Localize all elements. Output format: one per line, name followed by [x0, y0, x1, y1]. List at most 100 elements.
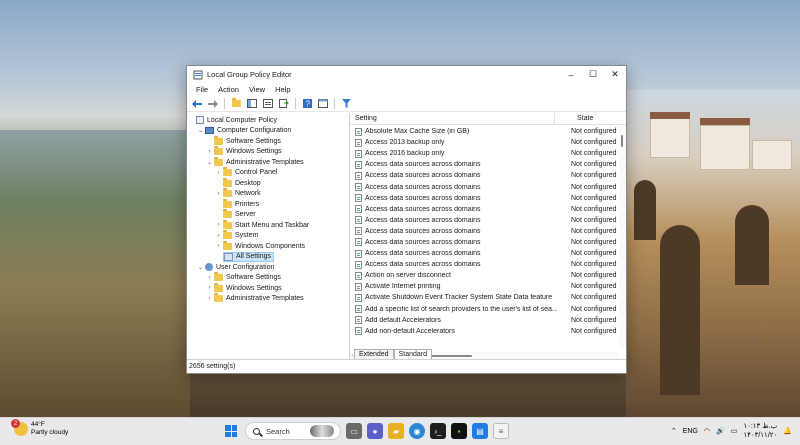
terminal-icon[interactable]: ›_ [430, 423, 446, 439]
tree-item-user-windows-settings[interactable]: › Windows Settings [187, 282, 349, 294]
tree-item-start-menu-and-taskbar[interactable]: › Start Menu and Taskbar [187, 219, 349, 231]
chevron-down-icon[interactable]: ⌄ [196, 127, 205, 134]
scrollbar-thumb[interactable] [621, 135, 623, 147]
tree-item-user-configuration[interactable]: ⌄ User Configuration [187, 262, 349, 273]
start-button[interactable] [222, 422, 240, 440]
chrome-icon[interactable]: ◉ [409, 423, 425, 439]
tree-item-desktop[interactable]: Desktop [187, 177, 349, 189]
chevron-right-icon[interactable]: › [205, 149, 214, 155]
setting-name: Add non-default Accelerators [365, 327, 455, 335]
tree-item-control-panel[interactable]: › Control Panel [187, 167, 349, 179]
minimize-button[interactable]: – [560, 66, 582, 83]
chevron-down-icon[interactable]: ⌄ [205, 159, 214, 166]
chevron-right-icon[interactable]: › [205, 285, 214, 291]
panes: Local Computer Policy ⌄ Computer Configu… [187, 113, 626, 359]
chevron-right-icon[interactable]: › [214, 191, 223, 197]
view-icon[interactable] [316, 97, 330, 110]
policy-setting-icon [355, 293, 362, 302]
tree-item-user-administrative-templates[interactable]: › Administrative Templates [187, 293, 349, 305]
tree-item-windows-components[interactable]: › Windows Components [187, 240, 349, 252]
chevron-right-icon[interactable]: › [214, 243, 223, 249]
tree-item-local-computer-policy[interactable]: Local Computer Policy [187, 115, 349, 126]
tab-standard[interactable]: Standard [393, 349, 433, 359]
table-row[interactable]: Access data sources across domains Not co… [350, 204, 626, 215]
table-row[interactable]: Add default Accelerators Not configured [350, 315, 626, 326]
chevron-right-icon[interactable]: › [205, 275, 214, 281]
table-row[interactable]: Access data sources across domains Not co… [350, 215, 626, 226]
calculator-icon[interactable]: ▤ [472, 423, 488, 439]
wifi-icon[interactable]: ◠ [704, 427, 710, 435]
title-bar[interactable]: Local Group Policy Editor – ☐ ✕ [187, 66, 626, 83]
menu-file[interactable]: File [191, 85, 213, 94]
chevron-right-icon[interactable]: › [214, 233, 223, 239]
forward-arrow-icon[interactable] [206, 97, 220, 110]
properties-icon[interactable] [261, 97, 275, 110]
battery-icon[interactable]: ▭ [731, 427, 738, 435]
tree-item-windows-settings[interactable]: › Windows Settings [187, 146, 349, 158]
table-row[interactable]: Access data sources across domains Not co… [350, 159, 626, 170]
clock[interactable]: ۱۰:۱۳ ب.ظ ۱۴۰۳/۱۱/۲۰ [743, 422, 777, 440]
language-indicator[interactable]: ENG [683, 428, 698, 435]
search-placeholder: Search [266, 426, 290, 436]
export-list-icon[interactable] [277, 97, 291, 110]
filter-icon[interactable] [339, 97, 353, 110]
volume-icon[interactable]: 🔊 [716, 427, 725, 435]
task-view-icon[interactable]: ▭ [346, 423, 362, 439]
maximize-button[interactable]: ☐ [582, 66, 604, 83]
tree-selected-highlight: All Settings [223, 251, 275, 262]
notification-bell-icon[interactable]: 🔔 [783, 427, 792, 435]
chevron-right-icon[interactable]: › [205, 296, 214, 302]
table-row[interactable]: Access data sources across domains Not co… [350, 237, 626, 248]
folder-icon [223, 198, 232, 208]
wallpaper-arch [634, 180, 656, 240]
menu-help[interactable]: Help [270, 85, 295, 94]
table-row[interactable]: Activate Shutdown Event Tracker System S… [350, 292, 626, 303]
table-row[interactable]: Add non-default Accelerators Not configur… [350, 326, 626, 337]
pycharm-icon[interactable]: ▪ [451, 423, 467, 439]
file-explorer-icon[interactable]: ▰ [388, 423, 404, 439]
table-row[interactable]: Activate Internet printing Not configured [350, 281, 626, 292]
vertical-scrollbar[interactable] [619, 125, 626, 347]
table-row[interactable]: Access data sources across domains Not co… [350, 181, 626, 192]
tree-item-all-settings[interactable]: All Settings [187, 251, 349, 263]
setting-state: Not configured [571, 183, 617, 191]
table-row[interactable]: Absolute Max Cache Size (in GB) Not confi… [350, 126, 626, 137]
menu-action[interactable]: Action [213, 85, 244, 94]
close-button[interactable]: ✕ [604, 66, 626, 83]
tree-item-user-software-settings[interactable]: › Software Settings [187, 272, 349, 284]
tree-item-administrative-templates[interactable]: ⌄ Administrative Templates [187, 156, 349, 168]
chevron-right-icon[interactable]: › [214, 170, 223, 176]
table-row[interactable]: Access 2013 backup only Not configured [350, 137, 626, 148]
up-folder-icon[interactable] [229, 97, 243, 110]
back-arrow-icon[interactable] [190, 97, 204, 110]
policy-setting-icon [355, 282, 362, 291]
tree-item-computer-configuration[interactable]: ⌄ Computer Configuration [187, 126, 349, 137]
table-row[interactable]: Access data sources across domains Not co… [350, 226, 626, 237]
teams-chat-icon[interactable]: ● [367, 423, 383, 439]
taskbar-search[interactable]: Search [245, 422, 341, 440]
table-row[interactable]: Add a specific list of search providers … [350, 304, 626, 315]
folder-icon [223, 177, 232, 187]
table-row[interactable]: Access data sources across domains Not co… [350, 259, 626, 270]
setting-name: Activate Shutdown Event Tracker System S… [365, 294, 553, 302]
column-header-state[interactable]: State [555, 115, 593, 122]
tree-item-server[interactable]: Server [187, 209, 349, 221]
chevron-right-icon[interactable]: › [214, 222, 223, 228]
notepad-icon[interactable]: ≡ [493, 423, 509, 439]
help-icon[interactable]: ? [300, 97, 314, 110]
weather-widget[interactable]: 2 44°F Partly cloudy [11, 419, 68, 437]
chevron-down-icon[interactable]: ⌄ [196, 264, 205, 271]
table-row[interactable]: Action on server disconnect Not configure… [350, 270, 626, 281]
table-row[interactable]: Access 2016 backup only Not configured [350, 148, 626, 159]
tree-item-system[interactable]: › System [187, 230, 349, 242]
tab-extended[interactable]: Extended [354, 349, 394, 359]
table-row[interactable]: Access data sources across domains Not co… [350, 193, 626, 204]
chevron-up-icon[interactable]: ⌃ [671, 427, 677, 435]
tree-item-printers[interactable]: Printers [187, 198, 349, 210]
tree-item-network[interactable]: › Network [187, 188, 349, 200]
menu-view[interactable]: View [244, 85, 270, 94]
table-row[interactable]: Access data sources across domains Not co… [350, 170, 626, 181]
table-row[interactable]: Access data sources across domains Not co… [350, 248, 626, 259]
tree-item-software-settings[interactable]: Software Settings [187, 135, 349, 147]
show-hide-tree-icon[interactable] [245, 97, 259, 110]
